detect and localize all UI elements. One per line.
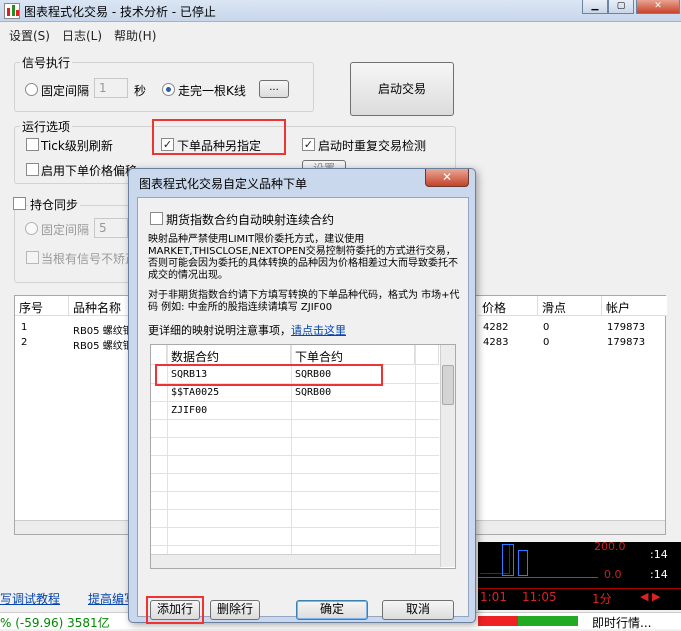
row1-price: 4282 <box>483 322 509 333</box>
radio-fixed-interval[interactable] <box>25 83 38 96</box>
ticker-green-bar <box>518 616 578 626</box>
tick-refresh-label: Tick级别刷新 <box>41 139 113 153</box>
position-sync-checkbox[interactable] <box>13 197 26 210</box>
row1-index: 1 <box>21 322 28 333</box>
position-sync-group <box>14 205 134 283</box>
row1-account: 179873 <box>607 322 646 333</box>
dialog-title: 图表程式化交易自定义品种下单 <box>139 177 308 191</box>
more-info-text: 更详细的映射说明注意事项， <box>148 324 291 337</box>
col-slippage[interactable]: 滑点 <box>538 296 602 316</box>
volume-bar-1 <box>502 544 514 576</box>
grid-vscrollbar[interactable] <box>440 345 455 567</box>
sync-interval-input[interactable]: 5 <box>94 218 128 238</box>
row2-account: 179873 <box>607 337 646 348</box>
radio-kline[interactable] <box>162 83 175 96</box>
grid-row3-data[interactable]: ZJIF00 <box>171 405 207 416</box>
sync-fixed-interval-label: 固定间隔 <box>41 223 90 237</box>
col-price[interactable]: 价格 <box>478 296 538 316</box>
row2-price: 4283 <box>483 337 509 348</box>
sync-fixed-interval-radio[interactable] <box>25 222 38 235</box>
period-2[interactable]: 11:05 <box>522 590 557 604</box>
title-bar: 图表程式化交易 - 技术分析 - 已停止 ▁ ▢ ✕ <box>0 0 681 22</box>
restart-detect-checkbox[interactable]: ✓ <box>302 138 315 151</box>
menu-help[interactable]: 帮助(H) <box>114 27 156 44</box>
time-label-2: :14 <box>650 568 668 581</box>
note-limit-warning: 映射品种严禁使用LIMIT限价委托方式，建议使用MARKET,THISCLOSE… <box>148 234 458 281</box>
ticker-text: % (-59.96) 3581亿 <box>0 616 110 630</box>
ticker-red-bar <box>478 616 518 626</box>
tick-refresh-checkbox[interactable] <box>26 138 39 151</box>
ticker-realtime[interactable]: 即时行情... <box>592 614 651 631</box>
close-icon[interactable]: ✕ <box>636 0 680 14</box>
mapping-grid[interactable]: 数据合约 下单合约 SQRB13 SQRB00 $$TA0025 SQRB00 … <box>150 344 456 569</box>
interval-input[interactable]: 1 <box>94 78 128 98</box>
period-3[interactable]: 1分 <box>592 590 612 607</box>
start-trading-button[interactable]: 启动交易 <box>350 62 454 116</box>
period-1[interactable]: 1:01 <box>480 590 507 604</box>
chart-value-top: 200.0 <box>594 540 626 553</box>
seconds-label: 秒 <box>134 84 147 98</box>
grid-hscrollbar[interactable] <box>151 554 440 568</box>
row2-slippage: 0 <box>543 337 550 348</box>
grid-row2-data[interactable]: $$TA0025 <box>171 387 219 398</box>
row2-name: RB05 螺纹钢 <box>73 341 133 352</box>
highlight-mapping-row <box>155 364 383 386</box>
menu-bar: 设置(S) 日志(L) 帮助(H) <box>0 23 681 45</box>
auto-map-label: 期货指数合约自动映射连续合约 <box>166 213 335 227</box>
run-options-label: 运行选项 <box>20 118 73 135</box>
row1-name: RB05 螺纹钢 <box>73 326 133 337</box>
fixed-interval-label: 固定间隔 <box>41 84 90 98</box>
col-order-contract[interactable]: 下单合约 <box>291 345 415 365</box>
window-title: 图表程式化交易 - 技术分析 - 已停止 <box>24 5 216 19</box>
custom-contract-dialog: 图表程式化交易自定义品种下单 ✕ 期货指数合约自动映射连续合约 映射品种严禁使用… <box>128 168 476 624</box>
auto-map-checkbox[interactable] <box>150 212 163 225</box>
mini-chart-panel: 200.0 0.0 :14 :14 1:01 11:05 1分 ◀ ▶ <box>478 540 681 610</box>
row1-slippage: 0 <box>543 322 550 333</box>
scroll-thumb[interactable] <box>442 365 454 405</box>
col-account[interactable]: 帐户 <box>602 296 667 316</box>
cancel-button[interactable]: 取消 <box>382 600 454 620</box>
delete-row-button[interactable]: 删除行 <box>210 600 260 620</box>
price-offset-checkbox[interactable] <box>26 163 39 176</box>
menu-settings[interactable]: 设置(S) <box>9 27 50 44</box>
volume-bar-2 <box>518 550 528 576</box>
kline-label: 走完一根K线 <box>178 84 246 98</box>
only-signal-checkbox[interactable] <box>26 251 39 264</box>
restart-detect-label: 启动时重复交易检测 <box>318 139 427 153</box>
chart-value-bottom: 0.0 <box>604 568 622 581</box>
maximize-icon[interactable]: ▢ <box>608 0 634 14</box>
note-format-example: 对于非期货指数合约请下方填写转换的下单品种代码，格式为 市场+代码 例如: 中金… <box>148 290 460 313</box>
more-info-line: 更详细的映射说明注意事项，请点击这里 <box>148 322 346 338</box>
only-signal-label: 当根有信号不矫正 <box>41 252 138 266</box>
col-index[interactable]: 序号 <box>15 296 69 316</box>
position-sync-label: 持仓同步 <box>28 196 81 213</box>
tutorial-link[interactable]: 写调试教程 <box>0 590 60 607</box>
kline-options-button[interactable]: ... <box>259 80 289 98</box>
grid-row2-order[interactable]: SQRB00 <box>295 387 331 398</box>
col-data-contract[interactable]: 数据合约 <box>167 345 291 365</box>
minimize-icon[interactable]: ▁ <box>582 0 608 14</box>
price-offset-label: 启用下单价格偏移 <box>41 164 138 178</box>
more-info-link[interactable]: 请点击这里 <box>291 324 346 337</box>
time-label-1: :14 <box>650 548 668 561</box>
highlight-specify-contract <box>152 119 286 155</box>
menu-log[interactable]: 日志(L) <box>62 27 102 44</box>
period-nav-icon[interactable]: ◀ ▶ <box>640 590 660 603</box>
signal-group-label: 信号执行 <box>20 54 73 71</box>
highlight-add-row <box>146 596 204 624</box>
dialog-close-icon[interactable]: ✕ <box>425 169 469 187</box>
dialog-body: 期货指数合约自动映射连续合约 映射品种严禁使用LIMIT限价委托方式，建议使用M… <box>137 197 469 624</box>
chart-baseline <box>478 577 598 578</box>
ok-button[interactable]: 确定 <box>296 600 368 620</box>
app-icon <box>4 3 20 19</box>
row2-index: 2 <box>21 337 28 348</box>
